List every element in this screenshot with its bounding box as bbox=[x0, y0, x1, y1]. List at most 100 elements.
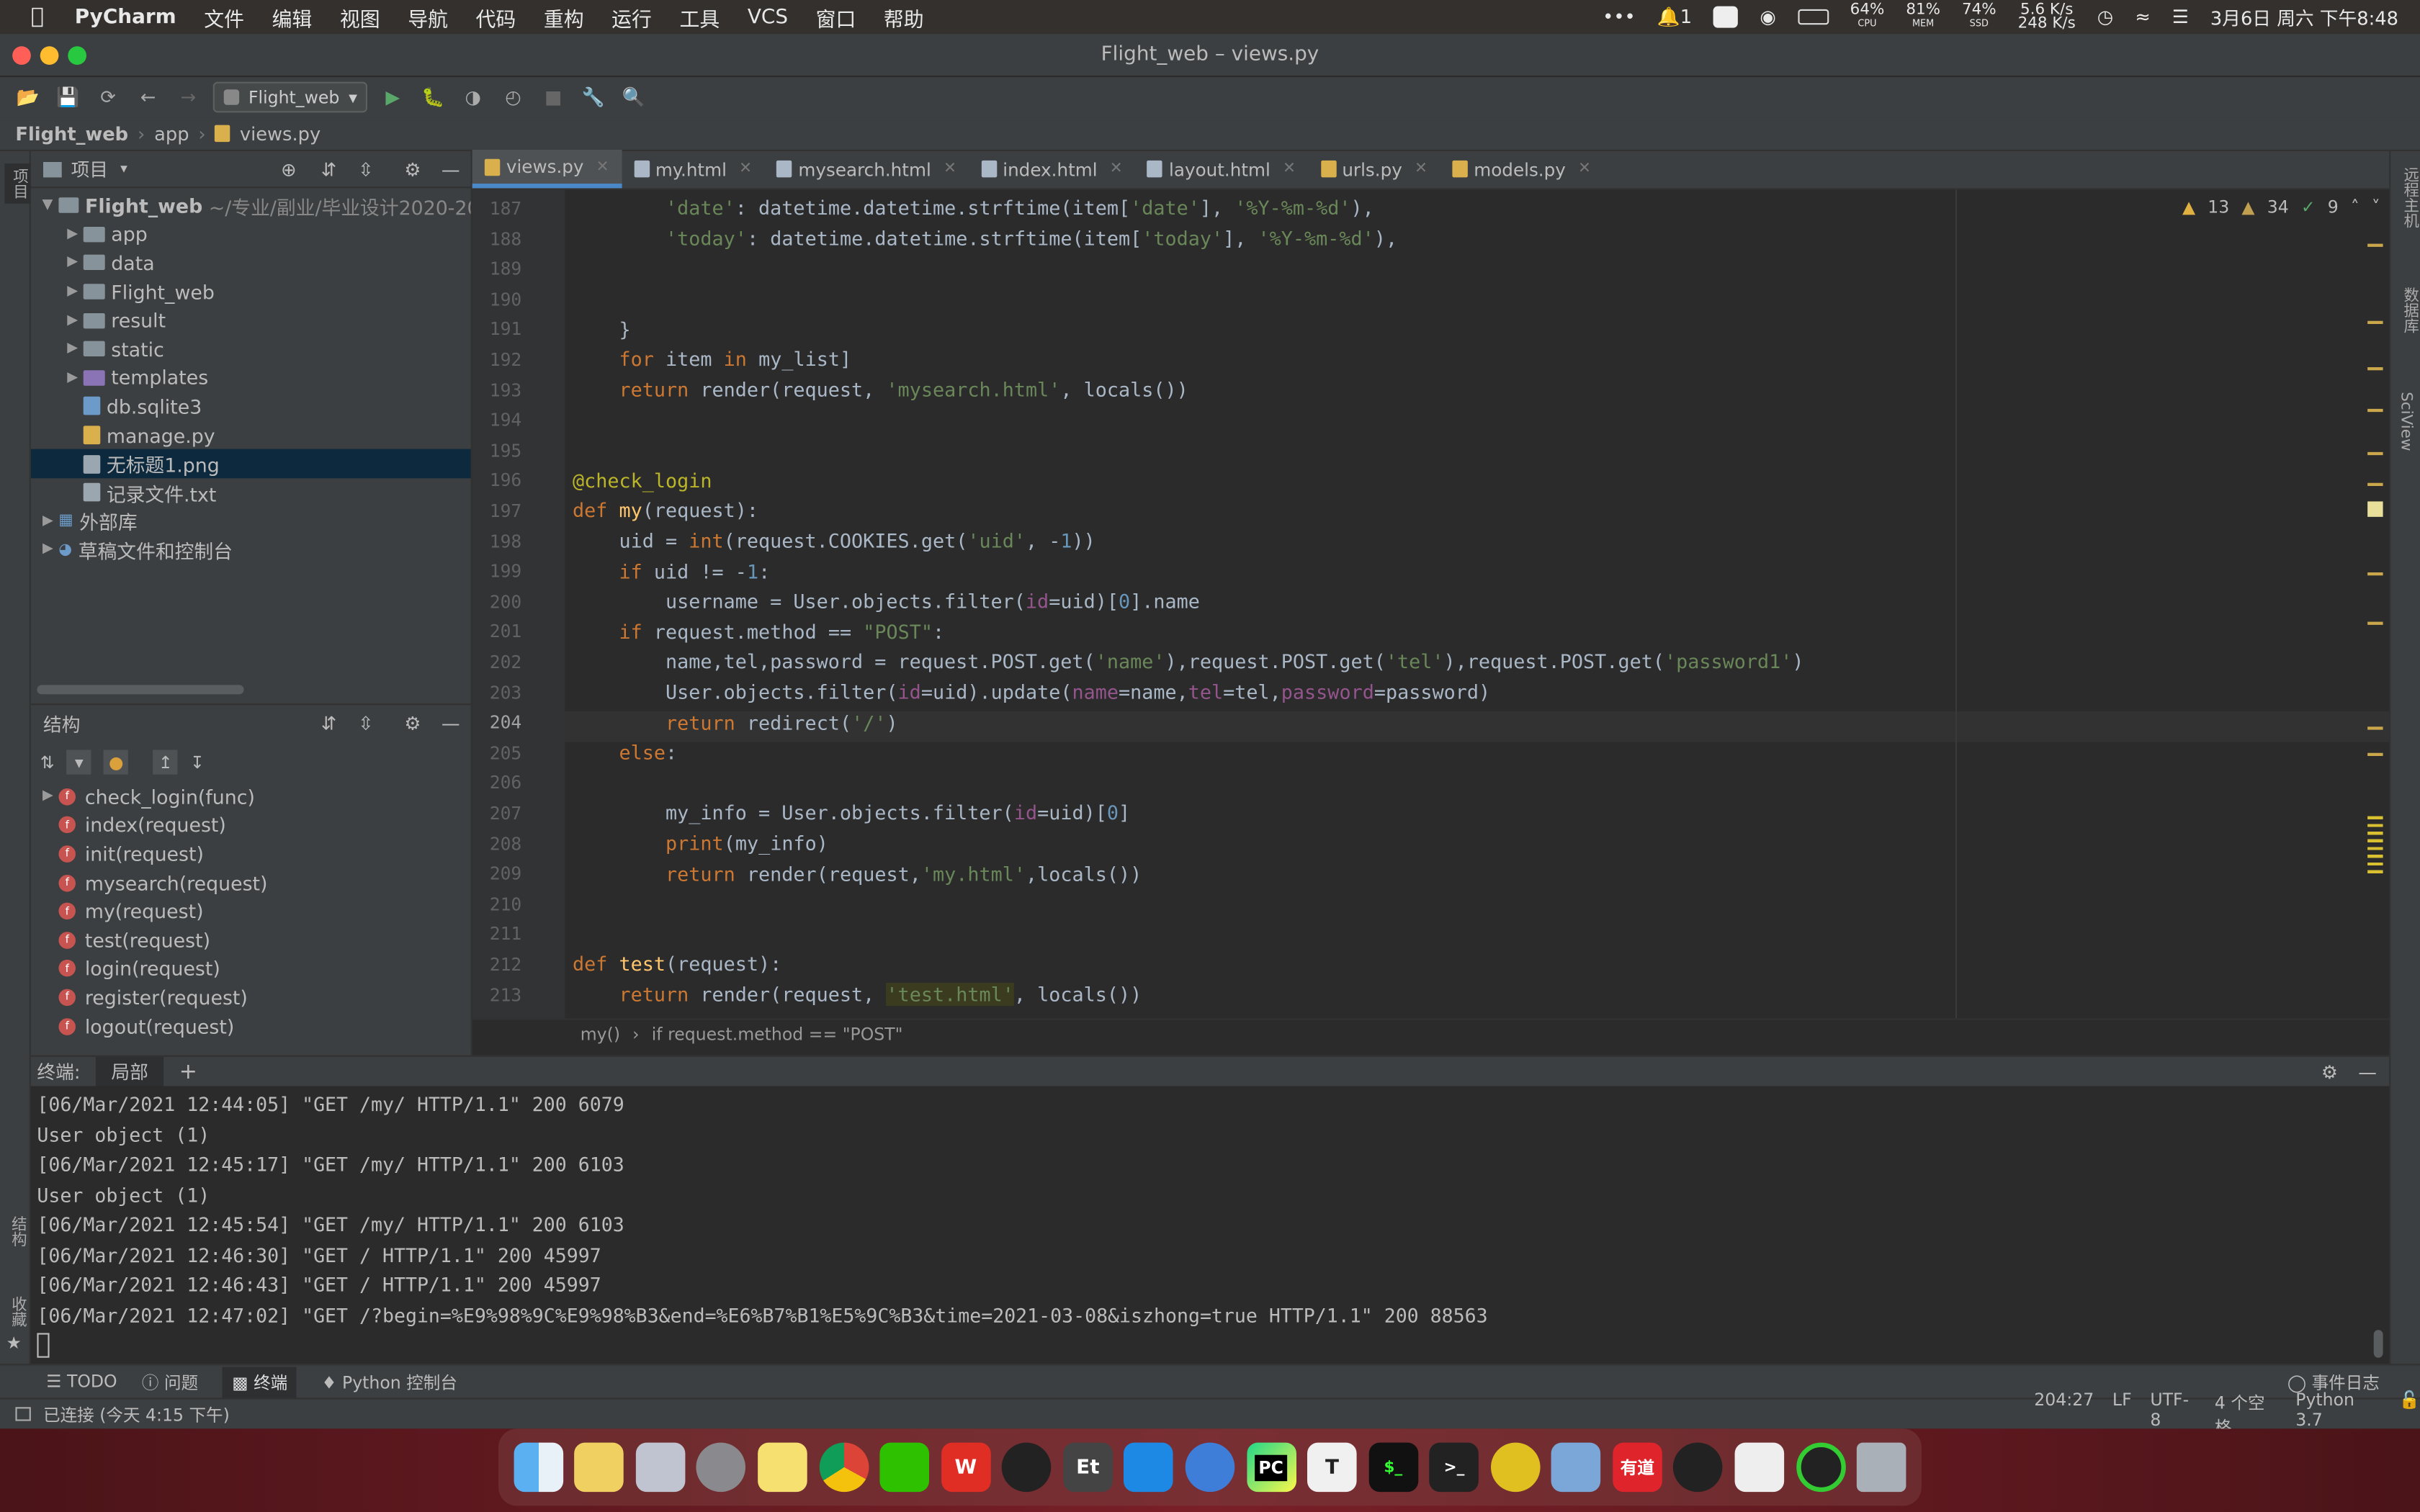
run-icon[interactable]: ▶ bbox=[377, 82, 408, 113]
preview-icon[interactable] bbox=[1551, 1442, 1601, 1493]
pycharm-icon[interactable]: PC bbox=[1246, 1442, 1296, 1493]
run-config-select[interactable]: Flight_web ▾ bbox=[212, 81, 369, 113]
terminal-scrollbar[interactable] bbox=[2373, 1330, 2383, 1358]
activity-icon[interactable] bbox=[1796, 1442, 1845, 1493]
launchpad-icon[interactable] bbox=[635, 1442, 686, 1493]
hide-icon[interactable]: — bbox=[2358, 1061, 2377, 1082]
structure-item[interactable]: f my(request) bbox=[31, 897, 471, 926]
chrome-icon[interactable] bbox=[818, 1442, 869, 1493]
close-icon[interactable]: ✕ bbox=[1415, 161, 1428, 178]
typora-icon[interactable]: T bbox=[1307, 1442, 1357, 1493]
bell-icon[interactable]: 🔔1 bbox=[1657, 6, 1692, 28]
wechat-icon[interactable]: ◉ bbox=[1760, 6, 1775, 28]
structure-item[interactable]: f mysearch(request) bbox=[31, 868, 471, 897]
chevron-right-icon[interactable]: ▶ bbox=[37, 542, 58, 557]
save-icon[interactable]: 💾 bbox=[53, 82, 84, 113]
hide-icon[interactable]: — bbox=[442, 713, 460, 734]
tree-item-static[interactable]: ▶ static bbox=[31, 335, 471, 364]
forward-icon[interactable]: → bbox=[173, 82, 204, 113]
close-icon[interactable]: ✕ bbox=[1110, 161, 1123, 178]
structure-item[interactable]: ▶ f check_login(func) bbox=[31, 782, 471, 811]
trash-icon[interactable] bbox=[1857, 1442, 1906, 1493]
tab-my-html[interactable]: my.html ✕ bbox=[622, 150, 764, 189]
breadcrumb-cond[interactable]: if request.method == "POST" bbox=[652, 1025, 903, 1045]
tree-root[interactable]: ▼ Flight_web ~/专业/副业/毕业设计2020-20 bbox=[31, 192, 471, 220]
tree-item-png[interactable]: 无标题1.png bbox=[30, 449, 471, 479]
terminal-button[interactable]: ▩ 终端 bbox=[223, 1366, 297, 1398]
structure-item[interactable]: f logout(request) bbox=[31, 1012, 471, 1040]
structure-item[interactable]: f index(request) bbox=[31, 811, 471, 840]
tree-item-scratches[interactable]: ▶ ◕ 草稿文件和控制台 bbox=[31, 536, 471, 564]
structure-item[interactable]: f test(request) bbox=[31, 926, 471, 955]
vscode-icon[interactable] bbox=[1124, 1442, 1174, 1493]
chevron-right-icon[interactable]: ▶ bbox=[62, 284, 84, 299]
menu-window[interactable]: 窗口 bbox=[816, 2, 856, 32]
locate-icon[interactable]: ⊕ bbox=[281, 158, 297, 180]
breadcrumb-fn[interactable]: my() bbox=[581, 1025, 620, 1045]
structure-item[interactable]: f login(request) bbox=[31, 954, 471, 983]
stop-icon[interactable]: ■ bbox=[538, 82, 569, 113]
tree-item-flight-web[interactable]: ▶ Flight_web bbox=[31, 277, 471, 306]
chevron-right-icon[interactable]: ▶ bbox=[37, 789, 58, 804]
error-stripe[interactable] bbox=[2367, 236, 2386, 946]
profile-icon[interactable]: ◴ bbox=[498, 82, 529, 113]
horizontal-scrollbar[interactable] bbox=[37, 685, 244, 695]
menu-navigate[interactable]: 导航 bbox=[408, 2, 448, 32]
layout-icon[interactable] bbox=[15, 1407, 31, 1421]
sort-icon[interactable]: ⇅ bbox=[40, 752, 55, 773]
crumb-file[interactable]: views.py bbox=[240, 122, 321, 144]
menu-vcs[interactable]: VCS bbox=[748, 6, 788, 29]
todo-button[interactable]: ☰ TODO bbox=[46, 1372, 117, 1392]
python-console-button[interactable]: ♦ Python 控制台 bbox=[321, 1369, 457, 1394]
tab-mysearch-html[interactable]: mysearch.html ✕ bbox=[764, 150, 969, 189]
filter-icon[interactable]: ▾ bbox=[66, 750, 91, 775]
tab-layout-html[interactable]: layout.html ✕ bbox=[1135, 150, 1308, 189]
menu-code[interactable]: 代码 bbox=[476, 2, 516, 32]
chevron-right-icon[interactable]: ▶ bbox=[62, 256, 84, 271]
maps-icon[interactable] bbox=[1185, 1442, 1235, 1493]
tab-terminal-local[interactable]: 局部 bbox=[95, 1056, 164, 1086]
menu-tools[interactable]: 工具 bbox=[679, 2, 720, 32]
menu-view[interactable]: 视图 bbox=[340, 2, 380, 32]
hide-icon[interactable]: — bbox=[442, 158, 460, 180]
minimize-window-button[interactable] bbox=[40, 46, 59, 65]
chevron-right-icon[interactable]: ▶ bbox=[37, 513, 58, 528]
menu-help[interactable]: 帮助 bbox=[884, 2, 924, 32]
gear-icon[interactable]: ⚙ bbox=[404, 158, 421, 180]
tree-item-data[interactable]: ▶ data bbox=[31, 248, 471, 277]
problems-button[interactable]: ⓘ 问题 bbox=[142, 1369, 198, 1394]
tree-item-external-libs[interactable]: ▶ ▦ 外部库 bbox=[31, 507, 471, 536]
code-editor[interactable]: 187 188 189 190 191 192 193 194 195 196 197 198 199 2… bbox=[472, 189, 2390, 1019]
qq2-icon[interactable] bbox=[1673, 1442, 1724, 1493]
favorites-toolwindow-button[interactable]: 收藏 bbox=[4, 1296, 27, 1327]
clock[interactable]: 3月6日 周六 下午8:48 bbox=[2210, 4, 2398, 30]
coverage-icon[interactable]: ◑ bbox=[457, 82, 488, 113]
close-icon[interactable]: ✕ bbox=[739, 161, 752, 178]
wrench-icon[interactable]: 🔧 bbox=[578, 82, 609, 113]
chevron-right-icon[interactable]: ▶ bbox=[62, 370, 84, 385]
chevron-down-icon[interactable]: ▾ bbox=[120, 161, 127, 176]
open-icon[interactable]: 📂 bbox=[12, 82, 43, 113]
inspection-widget[interactable]: ▲ 13 ▲ 34 ✓ 9 ˄ ˅ bbox=[2182, 197, 2380, 217]
notes-icon[interactable] bbox=[574, 1442, 624, 1493]
tree-item-db[interactable]: db.sqlite3 bbox=[31, 392, 471, 421]
back-icon[interactable]: ← bbox=[133, 82, 163, 113]
tab-models-py[interactable]: models.py ✕ bbox=[1440, 150, 1603, 189]
project-toolwindow-button[interactable]: 项目 bbox=[4, 163, 31, 204]
terminal-beta-icon[interactable]: $_ bbox=[1368, 1442, 1418, 1493]
stickies-icon[interactable] bbox=[758, 1442, 807, 1493]
structure-item[interactable]: f init(request) bbox=[31, 840, 471, 868]
crumb-app[interactable]: app bbox=[154, 122, 189, 144]
menu-refactor[interactable]: 重构 bbox=[544, 2, 584, 32]
wps-icon[interactable]: W bbox=[941, 1442, 991, 1493]
textedit-icon[interactable] bbox=[1734, 1442, 1785, 1493]
wifi-icon[interactable]: ≈ bbox=[2135, 6, 2151, 28]
project-header-label[interactable]: 项目 bbox=[71, 156, 108, 181]
tree-item-txt[interactable]: 记录文件.txt bbox=[31, 478, 471, 507]
more-icon[interactable]: ••• bbox=[1603, 6, 1636, 28]
menu-run[interactable]: 运行 bbox=[611, 2, 652, 32]
battery-icon[interactable] bbox=[1797, 9, 1829, 25]
chevron-right-icon[interactable]: ▶ bbox=[62, 227, 84, 242]
collapse-all-icon[interactable]: ⇳ bbox=[358, 713, 374, 734]
wechat-icon[interactable] bbox=[879, 1442, 930, 1493]
